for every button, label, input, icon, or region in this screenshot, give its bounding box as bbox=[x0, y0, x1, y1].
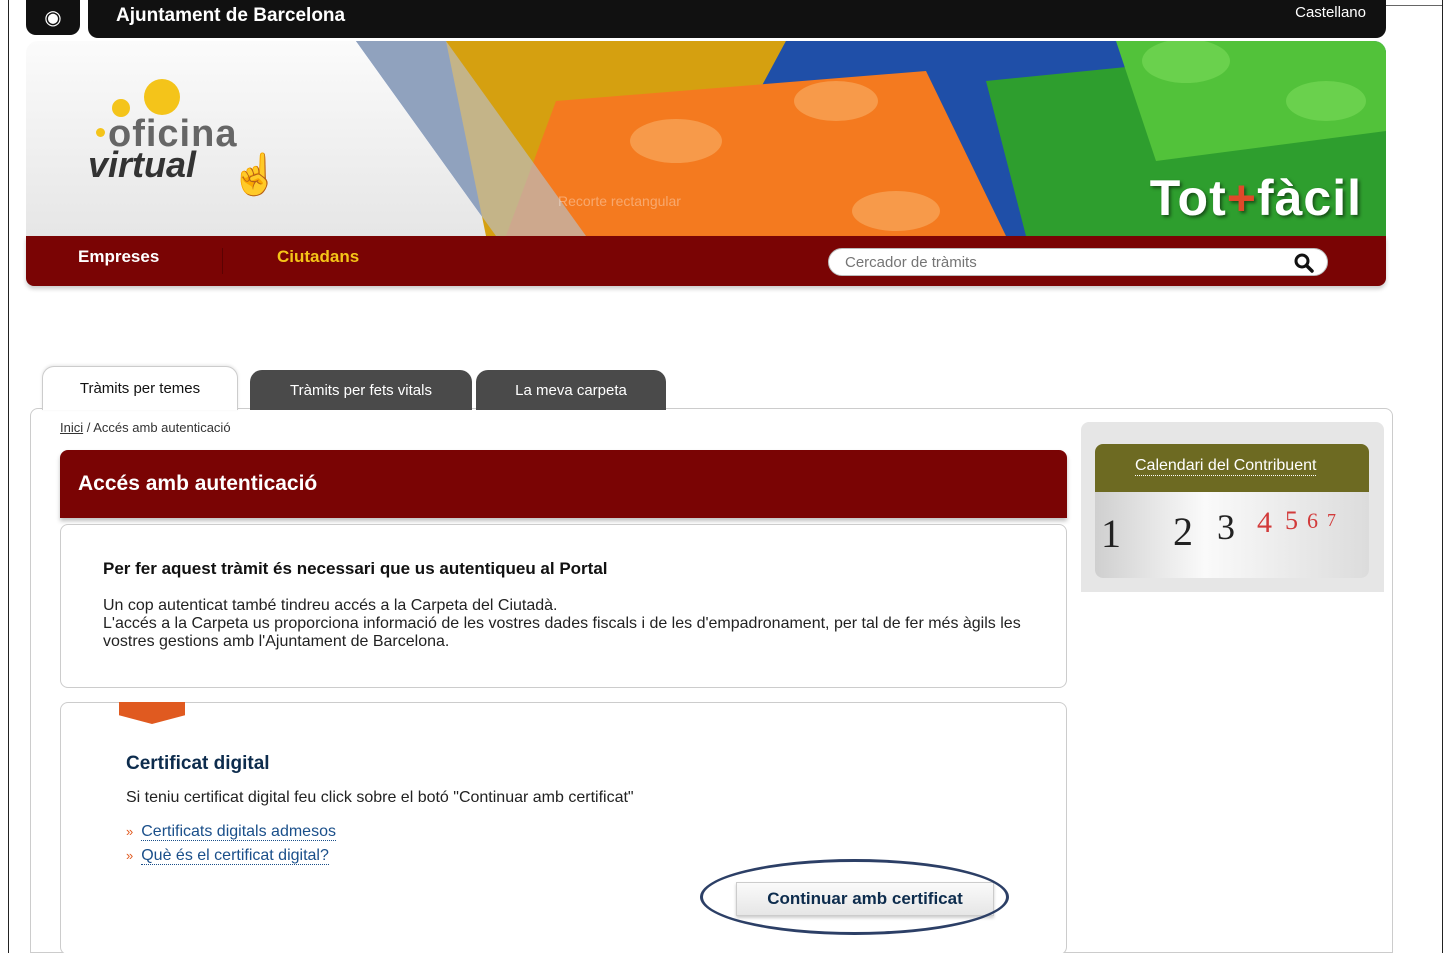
frame-left-line bbox=[8, 0, 9, 953]
sidebar-calendar-widget[interactable]: Calendari del Contribuent 1 2 3 4 5 6 7 bbox=[1081, 422, 1384, 592]
nav-empreses[interactable]: Empreses bbox=[78, 247, 159, 267]
breadcrumb-separator: / bbox=[83, 420, 94, 435]
info-line-2: L'accés a la Carpeta us proporciona info… bbox=[103, 615, 1021, 650]
tab-tramits-per-temes[interactable]: Tràmits per temes bbox=[42, 366, 238, 410]
city-shield-icon: ◉ bbox=[44, 6, 62, 29]
calendar-day: 3 bbox=[1217, 507, 1235, 547]
calendar-day: 6 bbox=[1307, 508, 1318, 533]
brand-virtual: virtual bbox=[88, 144, 197, 185]
calendar-day: 5 bbox=[1285, 506, 1298, 535]
link-certificats-admesos[interactable]: » Certificats digitals admesos bbox=[126, 823, 336, 841]
calendar-day: 4 bbox=[1257, 506, 1272, 539]
frame-right-line bbox=[1442, 0, 1443, 953]
breadcrumb-home-link[interactable]: Inici bbox=[60, 420, 83, 435]
page-title-bar: Accés amb autenticació bbox=[60, 450, 1067, 518]
info-heading: Per fer aquest tràmit és necessari que u… bbox=[103, 559, 608, 578]
search-icon[interactable] bbox=[1293, 252, 1315, 274]
watermark-text: Recorte rectangular bbox=[558, 193, 681, 209]
search-box bbox=[828, 248, 1328, 276]
breadcrumb: Inici / Accés amb autenticació bbox=[60, 420, 231, 435]
bullet-icon: » bbox=[126, 848, 134, 863]
calendar-card[interactable]: Calendari del Contribuent 1 2 3 4 5 6 7 bbox=[1095, 444, 1369, 578]
language-link[interactable]: Castellano bbox=[1295, 4, 1366, 21]
pointing-hand-icon: ☝ bbox=[230, 153, 280, 197]
org-title-bar: Ajuntament de Barcelona Castellano bbox=[88, 0, 1386, 38]
cert-heading: Certificat digital bbox=[126, 753, 270, 774]
city-logo[interactable]: ◉ bbox=[26, 0, 80, 35]
info-line-1: Un cop autenticat també tindreu accés a … bbox=[103, 597, 558, 614]
header-banner: oficina virtual ☝ Recorte rectangular To… bbox=[26, 41, 1386, 236]
calendar-title[interactable]: Calendari del Contribuent bbox=[1135, 457, 1317, 476]
tab-tramits-per-fets-vitals[interactable]: Tràmits per fets vitals bbox=[250, 370, 472, 410]
authentication-info-box: Per fer aquest tràmit és necessari que u… bbox=[60, 524, 1067, 688]
slogan: Tot+fàcil bbox=[1149, 170, 1362, 226]
search-input[interactable] bbox=[845, 251, 1285, 273]
link-que-es-certificat[interactable]: » Què és el certificat digital? bbox=[126, 847, 329, 865]
digital-certificate-box: Certificat digital Si teniu certificat d… bbox=[60, 702, 1067, 953]
breadcrumb-current: Accés amb autenticació bbox=[93, 420, 231, 435]
top-bar: ◉ Ajuntament de Barcelona Castellano bbox=[26, 0, 1386, 38]
main-nav: Empreses Ciutadans bbox=[26, 236, 1386, 286]
org-name[interactable]: Ajuntament de Barcelona bbox=[116, 5, 345, 27]
calendar-day: 7 bbox=[1327, 510, 1336, 530]
nav-ciutadans[interactable]: Ciutadans bbox=[277, 247, 359, 267]
page-title: Accés amb autenticació bbox=[78, 472, 318, 495]
frame-top-line bbox=[1386, 5, 1442, 6]
cert-description: Si teniu certificat digital feu click so… bbox=[126, 789, 634, 806]
calendar-day: 2 bbox=[1173, 509, 1193, 554]
nav-divider bbox=[222, 248, 223, 274]
calendar-image: 1 2 3 4 5 6 7 bbox=[1095, 492, 1369, 578]
ribbon-marker bbox=[119, 702, 185, 724]
calendar-day: 1 bbox=[1101, 511, 1121, 556]
tab-la-meva-carpeta[interactable]: La meva carpeta bbox=[476, 370, 666, 410]
continue-with-certificate-button[interactable]: Continuar amb certificat bbox=[736, 882, 994, 916]
bullet-icon: » bbox=[126, 824, 134, 839]
